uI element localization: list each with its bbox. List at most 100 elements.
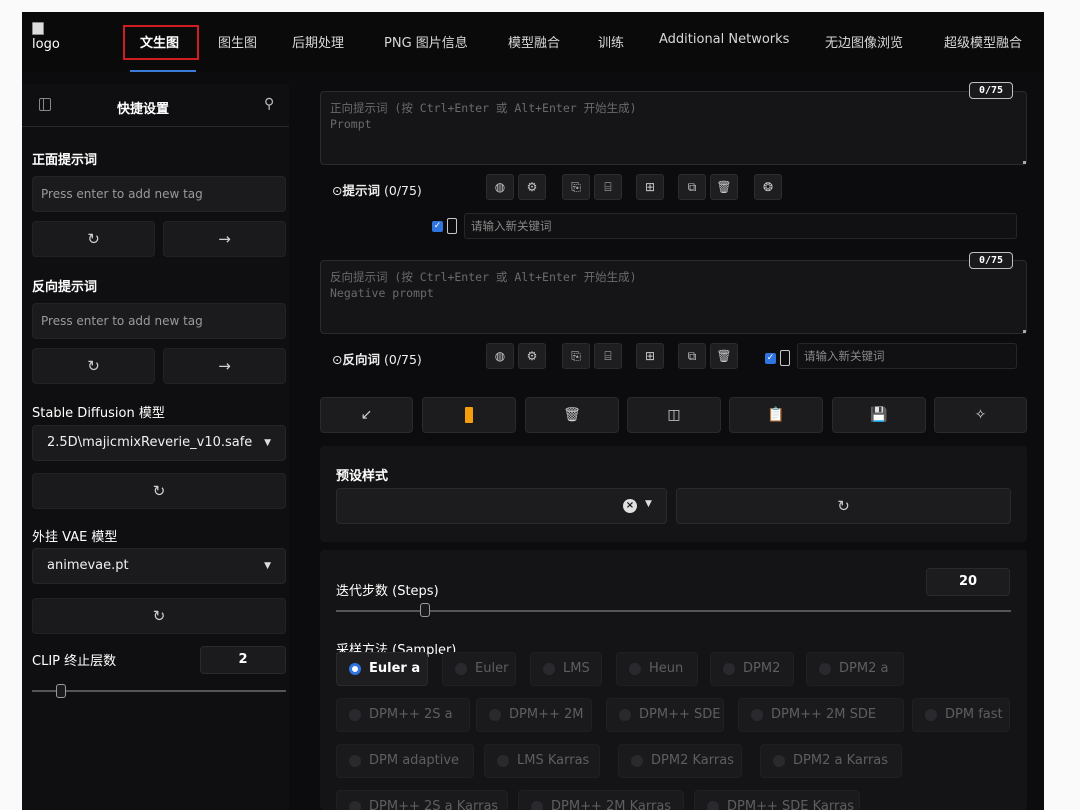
negative-tag-input[interactable]: Press enter to add new tag [32, 303, 286, 339]
sampler-option[interactable]: LMS Karras [484, 744, 600, 778]
settings-button[interactable]: ⚙ [518, 174, 546, 200]
magic-wand-button[interactable]: ✧ [934, 397, 1027, 433]
sampler-option[interactable]: DPM++ SDE Karras [694, 790, 860, 810]
collapse-circle-icon: ⊙ [332, 352, 343, 367]
radio-dot-icon [751, 709, 763, 721]
bookmark-icon: ⌸ [604, 348, 612, 363]
keyword-mode-toggle[interactable] [447, 218, 457, 234]
copy-button[interactable]: ⧉ [678, 174, 706, 200]
tab-txt2img[interactable]: 文生图 [140, 32, 179, 51]
negative-toolbar-label[interactable]: ⊙反向词 (0/75) [332, 349, 422, 368]
translate-globe-button[interactable]: ◍ [486, 343, 514, 369]
style-button[interactable] [422, 397, 516, 433]
prompt-textarea[interactable]: 正向提示词 (按 Ctrl+Enter 或 Alt+Enter 开始生成) Pr… [320, 91, 1027, 165]
tab-checkpoint-merger[interactable]: 模型融合 [508, 32, 560, 51]
save-icon: 💾 [870, 407, 888, 423]
pin-icon[interactable]: ⚲ [264, 96, 274, 112]
negative-keyword-input[interactable]: 请输入新关键词 [797, 343, 1017, 369]
edit-button[interactable]: ⊞ [636, 174, 664, 200]
sampler-option-label: LMS Karras [517, 753, 590, 768]
positive-tag-input[interactable]: Press enter to add new tag [32, 176, 286, 212]
history-button[interactable]: ⎘ [562, 343, 590, 369]
translate-globe-button[interactable]: ◍ [486, 174, 514, 200]
negative-send-button[interactable]: → [163, 348, 286, 384]
steps-number[interactable]: 20 [926, 568, 1010, 596]
sampler-option[interactable]: LMS [530, 652, 602, 686]
vae-select[interactable]: animevae.pt ▼ [32, 548, 286, 584]
negative-keyword-enable-checkbox[interactable]: ✓ [765, 353, 776, 364]
sampler-option[interactable]: Euler [442, 652, 516, 686]
sampler-option[interactable]: DPM fast [912, 698, 1010, 732]
sampler-option-label: LMS [563, 661, 590, 676]
negative-keyword-mode-toggle[interactable] [780, 350, 790, 366]
sd-model-select[interactable]: 2.5D\majicmixReverie_v10.safe ▼ [32, 425, 286, 461]
sampler-option[interactable]: DPM++ 2M Karras [518, 790, 684, 810]
sampler-option[interactable]: DPM2 a Karras [760, 744, 902, 778]
clip-skip-slider-track[interactable] [32, 690, 286, 692]
tab-png-info[interactable]: PNG 图片信息 [384, 32, 468, 51]
steps-slider-track[interactable] [336, 610, 1011, 612]
clear-button[interactable]: 🗑 [710, 343, 738, 369]
styles-refresh-button[interactable]: ↻ [676, 488, 1011, 524]
sampler-option-label: DPM++ SDE Karras [727, 799, 855, 810]
clip-skip-number[interactable]: 2 [200, 646, 286, 674]
collapse-circle-icon: ⊙ [332, 183, 343, 198]
tab-img2img[interactable]: 图生图 [218, 32, 257, 51]
sampler-option[interactable]: DPM2 Karras [618, 744, 742, 778]
tab-train[interactable]: 训练 [598, 32, 624, 51]
sampler-option[interactable]: Heun [616, 652, 698, 686]
radio-dot-icon [349, 709, 361, 721]
copy-button[interactable]: ⧉ [678, 343, 706, 369]
arrow-down-left-icon: ↙ [360, 407, 373, 423]
favorite-button[interactable]: ⌸ [594, 343, 622, 369]
resize-handle-icon[interactable] [1023, 161, 1026, 164]
sd-model-refresh-button[interactable]: ↻ [32, 473, 286, 509]
tab-super-merger[interactable]: 超级模型融合 [944, 32, 1022, 51]
top-navigation: logo 文生图 图生图 后期处理 PNG 图片信息 模型融合 训练 Addit… [22, 12, 1044, 72]
sampler-option[interactable]: DPM++ 2M SDE [738, 698, 904, 732]
save-style-button[interactable]: 💾 [832, 397, 926, 433]
tab-additional-networks[interactable]: Additional Networks [659, 32, 789, 47]
edit-button[interactable]: ⊞ [636, 343, 664, 369]
resize-handle-icon[interactable] [1023, 330, 1026, 333]
prompt-toolbar-label[interactable]: ⊙提示词 (0/75) [332, 180, 422, 199]
show-extra-networks-button[interactable]: ◫ [627, 397, 721, 433]
negative-refresh-button[interactable]: ↻ [32, 348, 155, 384]
swap-size-button[interactable]: ↙ [320, 397, 413, 433]
sampler-option[interactable]: DPM2 a [806, 652, 904, 686]
history-button[interactable]: ⎘ [562, 174, 590, 200]
settings-button[interactable]: ⚙ [518, 343, 546, 369]
tab-image-browser[interactable]: 无边图像浏览 [825, 32, 903, 51]
ai-button[interactable]: ❂ [754, 174, 782, 200]
favorite-button[interactable]: ⌸ [594, 174, 622, 200]
negative-prompt-textarea[interactable]: 反向提示词 (按 Ctrl+Enter 或 Alt+Enter 开始生成) Ne… [320, 260, 1027, 334]
copy-icon: ⧉ [687, 179, 697, 194]
clear-button[interactable]: 🗑 [710, 174, 738, 200]
clip-skip-slider-thumb[interactable] [56, 684, 66, 698]
negative-toolbar-count: (0/75) [383, 352, 422, 367]
trash-button[interactable]: 🗑 [525, 397, 619, 433]
sampler-option-label: DPM++ 2S a [369, 707, 453, 722]
positive-send-button[interactable]: → [163, 221, 286, 257]
keyword-enable-checkbox[interactable]: ✓ [432, 221, 443, 232]
sampler-option[interactable]: DPM++ 2M [476, 698, 592, 732]
sampler-option[interactable]: DPM++ 2S a Karras [336, 790, 508, 810]
prompt-keyword-input[interactable]: 请输入新关键词 [464, 213, 1017, 239]
sampler-option[interactable]: DPM adaptive [336, 744, 474, 778]
radio-dot-icon [497, 755, 509, 767]
styles-dropdown[interactable]: × ▼ [336, 488, 667, 524]
clear-x-icon[interactable]: × [623, 499, 637, 513]
sampler-option[interactable]: DPM++ 2S a [336, 698, 470, 732]
steps-slider-thumb[interactable] [420, 603, 430, 617]
vae-refresh-button[interactable]: ↻ [32, 598, 286, 634]
prompt-placeholder-line2: Prompt [330, 117, 372, 131]
sidebar-toggle-icon[interactable] [39, 98, 51, 111]
sampler-option[interactable]: DPM2 [710, 652, 794, 686]
sampler-option[interactable]: DPM++ SDE [606, 698, 724, 732]
sampler-option-label: DPM2 a Karras [793, 753, 889, 768]
paste-button[interactable]: 📋 [729, 397, 823, 433]
positive-refresh-button[interactable]: ↻ [32, 221, 155, 257]
gear-icon: ⚙ [526, 349, 538, 363]
tab-extras[interactable]: 后期处理 [292, 32, 344, 51]
sampler-option[interactable]: Euler a [336, 652, 428, 686]
